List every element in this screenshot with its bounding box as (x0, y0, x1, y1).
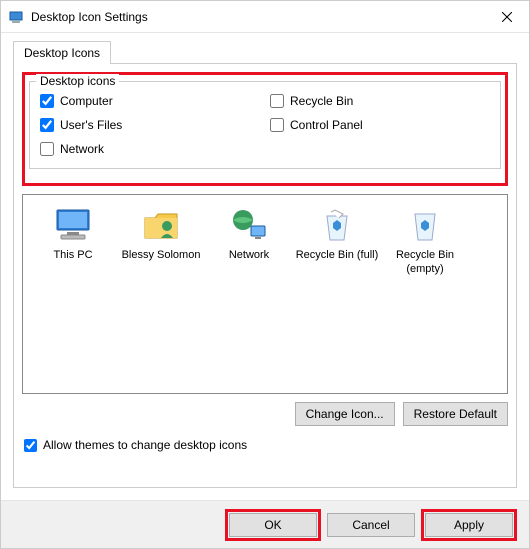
recycle-bin-full-icon (293, 205, 381, 247)
checkbox-recycle-bin[interactable]: Recycle Bin (270, 94, 490, 108)
icon-label: Network (205, 249, 293, 263)
checkbox-computer-input[interactable] (40, 94, 54, 108)
preview-user-folder[interactable]: Blessy Solomon (117, 205, 205, 263)
user-folder-icon (117, 205, 205, 247)
this-pc-icon (29, 205, 117, 247)
icon-label: Blessy Solomon (117, 249, 205, 263)
tab-content: Desktop icons Computer Recycle Bin User'… (13, 63, 517, 488)
ok-button[interactable]: OK (229, 513, 317, 537)
dialog-footer: OK Cancel Apply (1, 500, 529, 548)
close-button[interactable] (484, 1, 529, 33)
preview-this-pc[interactable]: This PC (29, 205, 117, 263)
app-icon (9, 9, 25, 25)
checkbox-label: Recycle Bin (290, 94, 353, 108)
checkbox-label: Network (60, 142, 104, 156)
cancel-button[interactable]: Cancel (327, 513, 415, 537)
icon-preview-box: This PC Blessy Solomon (22, 194, 508, 394)
change-icon-button[interactable]: Change Icon... (295, 402, 395, 426)
allow-themes-checkbox[interactable]: Allow themes to change desktop icons (22, 438, 508, 452)
checkbox-network[interactable]: Network (40, 142, 260, 156)
close-icon (502, 12, 512, 22)
checkbox-label: Control Panel (290, 118, 363, 132)
preview-recycle-empty[interactable]: Recycle Bin (empty) (381, 205, 469, 277)
preview-network[interactable]: Network (205, 205, 293, 263)
icon-label: This PC (29, 249, 117, 263)
checkbox-control-panel[interactable]: Control Panel (270, 118, 490, 132)
checkbox-network-input[interactable] (40, 142, 54, 156)
checkbox-users-files-input[interactable] (40, 118, 54, 132)
highlight-ok: OK (225, 509, 321, 541)
allow-themes-input[interactable] (24, 439, 37, 452)
apply-button[interactable]: Apply (425, 513, 513, 537)
tab-desktop-icons[interactable]: Desktop Icons (13, 41, 111, 64)
restore-default-button[interactable]: Restore Default (403, 402, 508, 426)
highlight-apply: Apply (421, 509, 517, 541)
network-icon (205, 205, 293, 247)
icon-label: Recycle Bin (full) (293, 249, 381, 263)
highlight-desktop-icons: Desktop icons Computer Recycle Bin User'… (22, 72, 508, 186)
checkbox-label: User's Files (60, 118, 122, 132)
checkbox-users-files[interactable]: User's Files (40, 118, 260, 132)
fieldset-legend: Desktop icons (36, 74, 119, 88)
desktop-icons-fieldset: Desktop icons Computer Recycle Bin User'… (29, 81, 501, 169)
dialog-window: Desktop Icon Settings Desktop Icons Desk… (0, 0, 530, 549)
icon-label: Recycle Bin (empty) (381, 249, 469, 277)
window-title: Desktop Icon Settings (31, 10, 484, 24)
checkbox-control-panel-input[interactable] (270, 118, 284, 132)
icon-buttons-row: Change Icon... Restore Default (22, 402, 508, 426)
titlebar: Desktop Icon Settings (1, 1, 529, 33)
checkbox-label: Computer (60, 94, 113, 108)
preview-recycle-full[interactable]: Recycle Bin (full) (293, 205, 381, 263)
checkbox-recycle-bin-input[interactable] (270, 94, 284, 108)
tabs-bar: Desktop Icons (1, 33, 529, 64)
allow-themes-label: Allow themes to change desktop icons (43, 438, 247, 452)
checkbox-computer[interactable]: Computer (40, 94, 260, 108)
recycle-bin-empty-icon (381, 205, 469, 247)
